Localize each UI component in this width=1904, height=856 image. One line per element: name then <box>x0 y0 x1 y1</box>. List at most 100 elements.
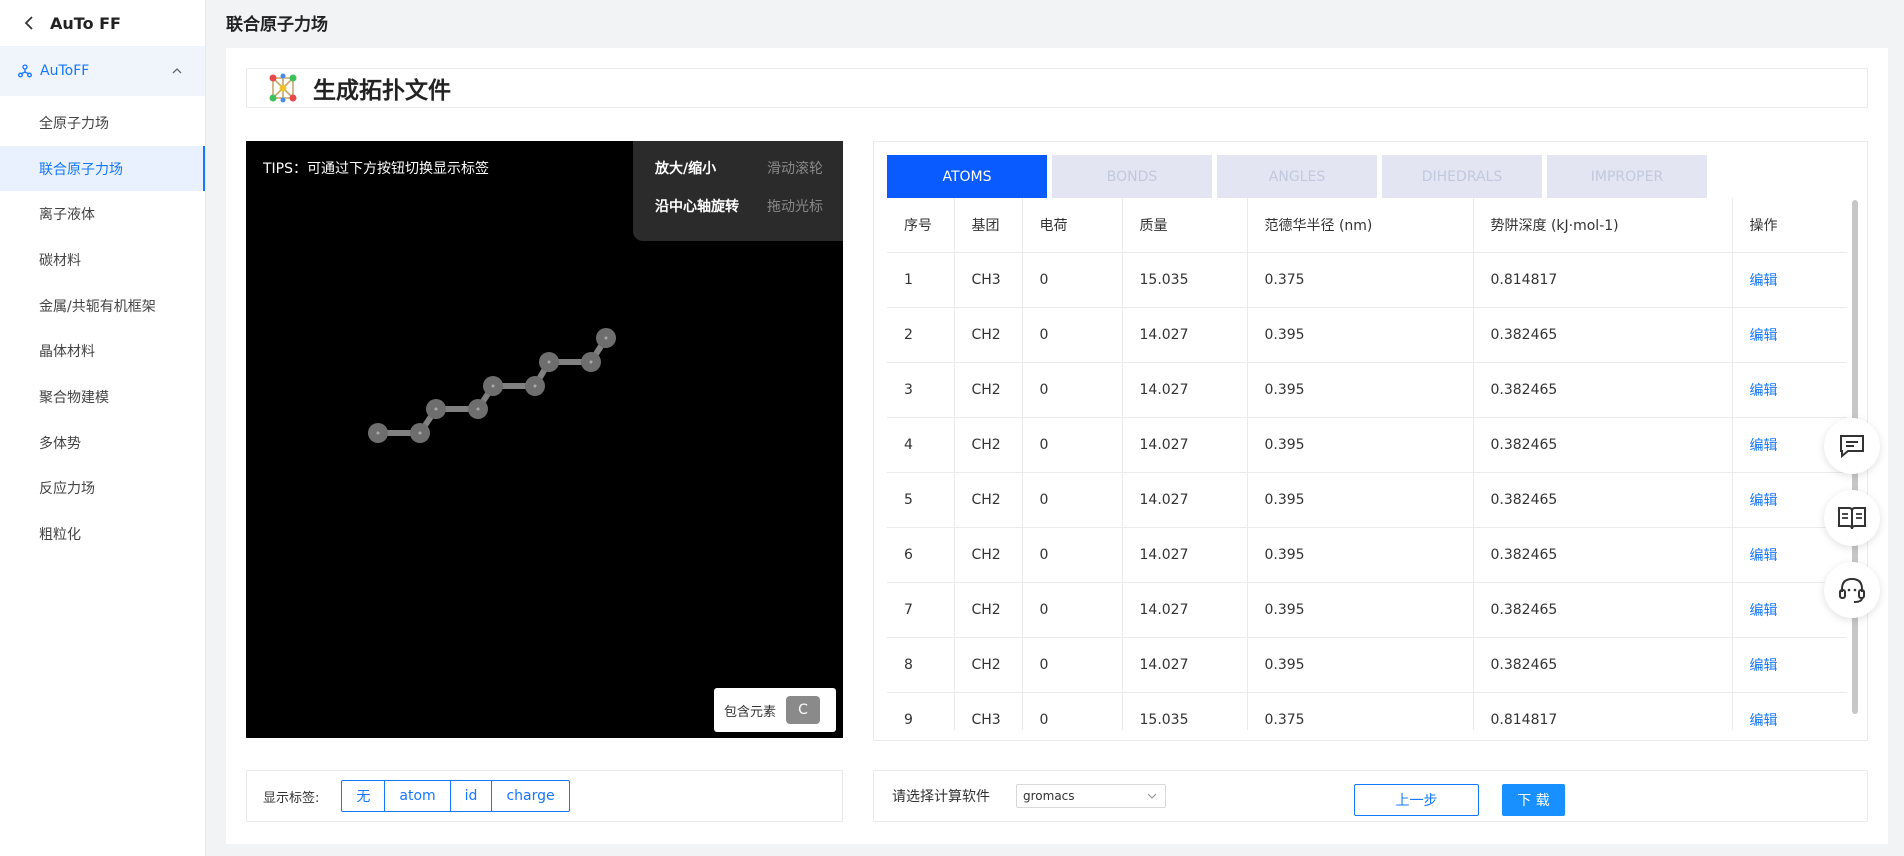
column-header: 基团 <box>953 198 1022 253</box>
column-header: 操作 <box>1731 198 1847 253</box>
sidebar-item[interactable]: 全原子力场 <box>0 100 205 146</box>
table-row: 9 CH3 0 15.035 0.375 0.814817 编辑 <box>887 692 1847 730</box>
edit-link[interactable]: 编辑 <box>1731 637 1847 693</box>
topology-panel: ATOMS BONDS ANGLES DIHEDRALS IMPROPER 序号… <box>873 141 1868 741</box>
help-row-rotate: 沿中心轴旋转 拖动光标 <box>633 187 843 225</box>
chevron-down-icon <box>1147 793 1157 799</box>
tab-dihedrals[interactable]: DIHEDRALS <box>1382 155 1542 198</box>
tab-improper[interactable]: IMPROPER <box>1547 155 1707 198</box>
column-header: 势阱深度 (kJ·mol-1) <box>1472 198 1732 253</box>
label-option-atom[interactable]: atom <box>384 780 451 812</box>
sidebar-item[interactable]: 多体势 <box>0 420 205 466</box>
table-cell: 14.027 <box>1121 307 1247 363</box>
elements-label: 包含元素 <box>724 704 777 720</box>
label-segmented-control: 无 atom id charge <box>341 780 570 812</box>
headset-icon <box>1839 577 1865 603</box>
table-cell: CH2 <box>953 637 1022 693</box>
table-cell: 14.027 <box>1121 527 1247 583</box>
table-cell: 1 <box>887 252 954 308</box>
table-cell: 14.027 <box>1121 472 1247 528</box>
edit-link[interactable]: 编辑 <box>1731 307 1847 363</box>
chat-button[interactable] <box>1824 418 1880 474</box>
table-cell: 0.375 <box>1246 692 1473 730</box>
table-cell: CH3 <box>953 252 1022 308</box>
software-selected-value: gromacs <box>1023 789 1075 803</box>
book-icon <box>1838 507 1866 530</box>
chevron-up-icon[interactable] <box>171 65 183 77</box>
sidebar: AuTo FF AuToFF 全原子力场 联合原子力场 离子液体 碳材料 金属/共轭有机… <box>0 0 206 856</box>
element-badge-c[interactable]: C <box>786 696 821 724</box>
atom-highlight <box>434 407 438 411</box>
edit-link[interactable]: 编辑 <box>1731 692 1847 730</box>
label-option-id[interactable]: id <box>449 780 493 812</box>
label-option-none[interactable]: 无 <box>341 780 386 812</box>
app-title: AuTo FF <box>50 13 121 33</box>
table-cell: 0 <box>1021 692 1122 730</box>
table-row: 3 CH2 0 14.027 0.395 0.382465 编辑 <box>887 362 1847 418</box>
table-cell: 3 <box>887 362 954 418</box>
table-cell: 4 <box>887 417 954 473</box>
help-hint: 滑动滚轮 <box>767 161 823 177</box>
table-cell: 0.382465 <box>1472 362 1732 418</box>
table-row: 7 CH2 0 14.027 0.395 0.382465 编辑 <box>887 582 1847 638</box>
molecule-viewer[interactable]: TIPS：可通过下方按钮切换显示标签 放大/缩小 滑动滚轮 沿中心轴旋转 拖动光… <box>246 141 843 738</box>
atom-highlight <box>533 384 537 388</box>
elements-legend: 包含元素 C <box>714 688 836 732</box>
table-row: 4 CH2 0 14.027 0.395 0.382465 编辑 <box>887 417 1847 473</box>
previous-step-button[interactable]: 上一步 <box>1354 784 1479 816</box>
table-cell: CH2 <box>953 307 1022 363</box>
table-cell: 0.395 <box>1246 582 1473 638</box>
table-cell: 0 <box>1021 527 1122 583</box>
table-cell: 0 <box>1021 362 1122 418</box>
table-cell: 0.382465 <box>1472 307 1732 363</box>
table-cell: 0 <box>1021 417 1122 473</box>
edit-link[interactable]: 编辑 <box>1731 362 1847 418</box>
support-button[interactable] <box>1824 562 1880 618</box>
table-cell: 0.382465 <box>1472 472 1732 528</box>
table-cell: 0.395 <box>1246 362 1473 418</box>
sidebar-item[interactable]: 聚合物建模 <box>0 374 205 420</box>
help-hint: 拖动光标 <box>767 199 823 215</box>
sidebar-item[interactable]: 离子液体 <box>0 191 205 237</box>
section-header: 生成拓扑文件 <box>246 68 1868 108</box>
atoms-table: 序号 基团 电荷 质量 范德华半径 (nm) 势阱深度 (kJ·mol-1) 操作 1 CH3… <box>887 198 1847 730</box>
table-cell: 0.395 <box>1246 527 1473 583</box>
table-cell: 0 <box>1021 307 1122 363</box>
column-header: 质量 <box>1121 198 1247 253</box>
table-cell: 0.382465 <box>1472 417 1732 473</box>
chat-icon <box>1840 435 1864 459</box>
tab-atoms[interactable]: ATOMS <box>887 155 1047 198</box>
table-cell: 0.382465 <box>1472 527 1732 583</box>
atom-highlight <box>491 384 495 388</box>
sidebar-item[interactable]: 碳材料 <box>0 237 205 283</box>
sidebar-item[interactable]: 反应力场 <box>0 466 205 512</box>
table-row: 6 CH2 0 14.027 0.395 0.382465 编辑 <box>887 527 1847 583</box>
sidebar-group-autoff[interactable]: AuToFF <box>0 46 205 96</box>
edit-link[interactable]: 编辑 <box>1731 252 1847 308</box>
table-cell: 0 <box>1021 472 1122 528</box>
sidebar-item[interactable]: 联合原子力场 <box>0 145 205 192</box>
atoms-table-container[interactable]: 序号 基团 电荷 质量 范德华半径 (nm) 势阱深度 (kJ·mol-1) 操作 1 CH3… <box>887 198 1855 730</box>
app-header[interactable]: AuTo FF <box>0 0 205 46</box>
back-arrow-icon[interactable] <box>22 15 38 31</box>
atom-highlight <box>476 407 480 411</box>
table-cell: 2 <box>887 307 954 363</box>
column-header: 范德华半径 (nm) <box>1246 198 1473 253</box>
table-cell: 7 <box>887 582 954 638</box>
label-option-charge[interactable]: charge <box>491 780 570 812</box>
section-title: 生成拓扑文件 <box>313 78 451 104</box>
network-icon <box>18 64 32 78</box>
docs-button[interactable] <box>1824 490 1880 546</box>
tab-bonds[interactable]: BONDS <box>1052 155 1212 198</box>
table-cell: 0.395 <box>1246 417 1473 473</box>
table-cell: 0.814817 <box>1472 252 1732 308</box>
sidebar-item[interactable]: 粗粒化 <box>0 511 205 557</box>
atom-highlight <box>376 431 380 435</box>
sidebar-item[interactable]: 晶体材料 <box>0 328 205 374</box>
sidebar-item[interactable]: 金属/共轭有机框架 <box>0 283 205 329</box>
software-select[interactable]: gromacs <box>1016 784 1166 808</box>
table-cell: CH2 <box>953 582 1022 638</box>
download-button[interactable]: 下 载 <box>1502 784 1565 816</box>
table-row: 8 CH2 0 14.027 0.395 0.382465 编辑 <box>887 637 1847 693</box>
tab-angles[interactable]: ANGLES <box>1217 155 1377 198</box>
